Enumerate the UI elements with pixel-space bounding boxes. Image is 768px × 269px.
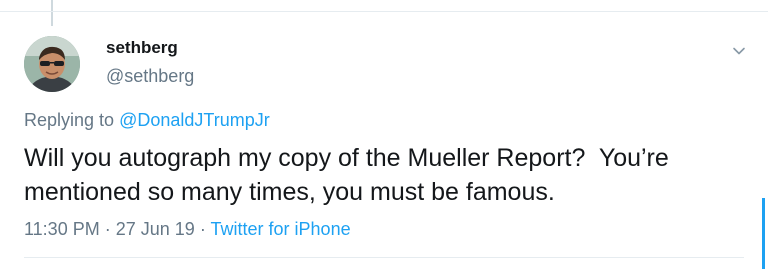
tweet-source-link[interactable]: Twitter for iPhone bbox=[211, 219, 351, 239]
chevron-down-icon bbox=[733, 47, 745, 55]
tweet-menu-button[interactable] bbox=[730, 42, 748, 60]
avatar[interactable] bbox=[24, 36, 80, 92]
author-handle[interactable]: @sethberg bbox=[106, 66, 194, 87]
tweet-time[interactable]: 11:30 PM bbox=[24, 219, 100, 239]
tweet-date[interactable]: 27 Jun 19 bbox=[116, 219, 195, 239]
tweet-meta: 11:30 PM · 27 Jun 19 · Twitter for iPhon… bbox=[24, 219, 351, 240]
scrollbar[interactable] bbox=[762, 198, 765, 269]
thread-connector-line bbox=[51, 0, 53, 26]
author-display-name[interactable]: sethberg bbox=[106, 38, 178, 58]
replying-to-label: Replying to bbox=[24, 110, 115, 130]
meta-separator: · bbox=[104, 219, 111, 239]
top-divider bbox=[0, 11, 768, 12]
meta-separator: · bbox=[199, 219, 206, 239]
reply-mention-link[interactable]: @DonaldJTrumpJr bbox=[119, 110, 270, 130]
tweet-text: Will you autograph my copy of the Muelle… bbox=[24, 144, 676, 206]
replying-to-line: Replying to @DonaldJTrumpJr bbox=[24, 110, 270, 131]
bottom-divider bbox=[24, 257, 744, 258]
avatar-photo bbox=[24, 36, 80, 92]
tweet-detail-view: sethberg @sethberg Replying to @DonaldJT… bbox=[0, 0, 768, 269]
